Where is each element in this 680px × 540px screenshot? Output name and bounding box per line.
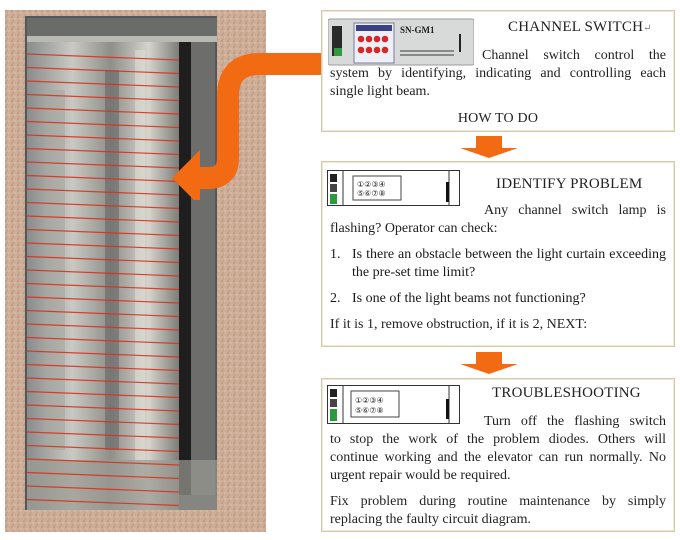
channel-switch-title: CHANNEL SWITCH↵ — [508, 19, 652, 35]
curved-arrow-icon — [172, 53, 322, 200]
troubleshooting-description: Turn off the flashing switch to stop the… — [330, 414, 666, 483]
svg-text:⑤⑥⑦⑧: ⑤⑥⑦⑧ — [357, 189, 386, 198]
check-item-2: 2. Is one of the light beams not functio… — [330, 291, 586, 306]
channel-switch-description: Channel switch control the system by ide… — [330, 48, 666, 99]
identify-problem-description: Any channel switch lamp is flashing? Ope… — [330, 203, 666, 236]
svg-text:①②③④: ①②③④ — [357, 180, 386, 189]
identify-problem-title: IDENTIFY PROBLEM — [496, 176, 643, 192]
device-model-label: SN-GM1 — [400, 25, 435, 35]
troubleshooting-panel: ①②③④ ⑤⑥⑦⑧ TROUBLESHOOTING Turn off the f… — [321, 378, 675, 532]
down-arrow-icon — [460, 352, 518, 374]
down-arrow-icon — [460, 136, 518, 158]
svg-text:①②③④: ①②③④ — [355, 396, 384, 405]
how-to-do-heading: HOW TO DO — [457, 111, 539, 126]
troubleshooting-fix: Fix problem during routine maintenance b… — [330, 494, 666, 527]
check-item-1: 1. Is there an obstacle between the ligh… — [330, 247, 666, 280]
channel-switch-panel: SN-GM1 CHANNEL SWITCH↵ Channel switch co… — [321, 10, 675, 132]
identify-conclusion: If it is 1, remove obstruction, if it is… — [330, 317, 588, 332]
check-list: 1. Is there an obstacle between the ligh… — [330, 246, 666, 308]
troubleshooting-title: TROUBLESHOOTING — [492, 385, 641, 401]
identify-problem-panel: ①②③④ ⑤⑥⑦⑧ IDENTIFY PROBLEM Any channel s… — [321, 161, 675, 347]
